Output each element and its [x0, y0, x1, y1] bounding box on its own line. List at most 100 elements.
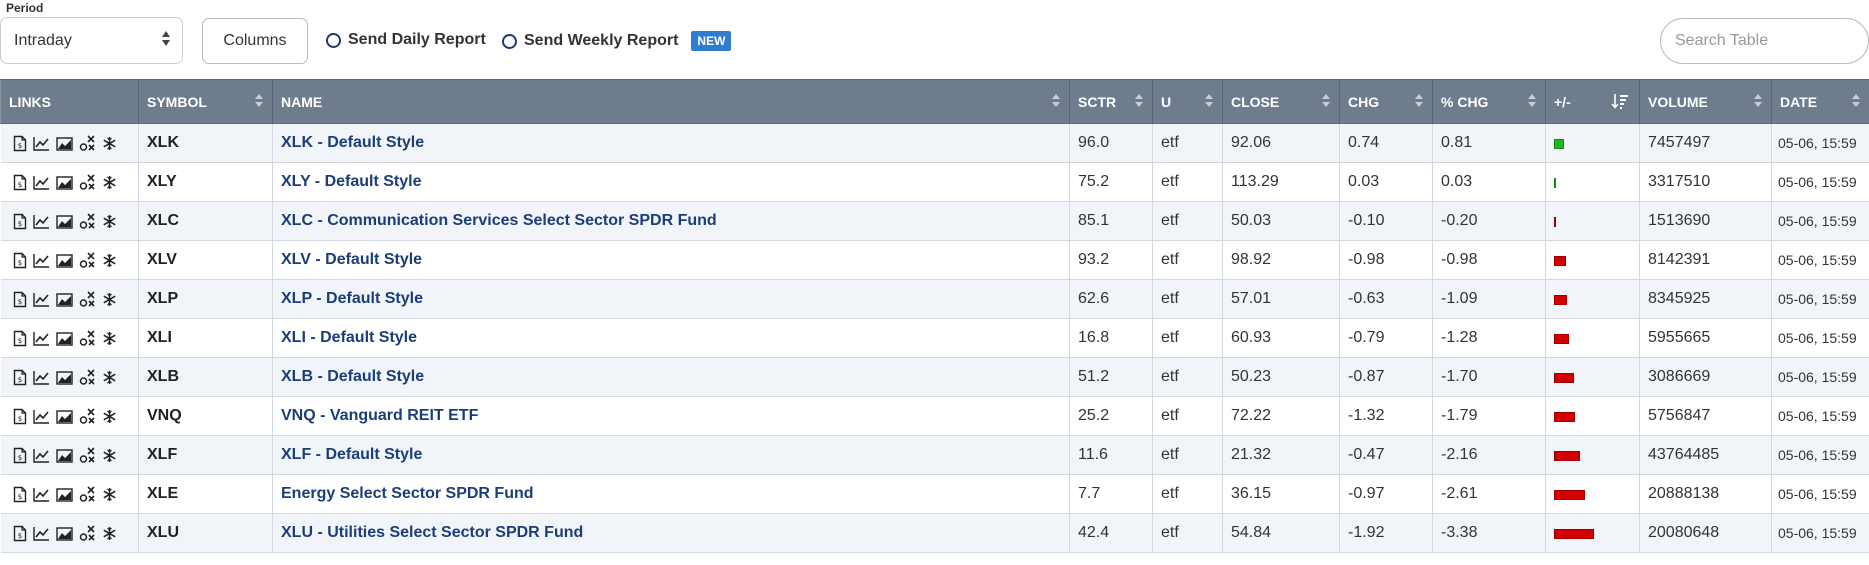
- document-icon[interactable]: $: [13, 174, 27, 191]
- symbol-name-link[interactable]: XLF - Default Style: [281, 446, 422, 463]
- area-chart-icon[interactable]: [55, 292, 73, 307]
- area-chart-icon[interactable]: [55, 214, 73, 229]
- line-chart-icon[interactable]: [32, 292, 50, 307]
- line-chart-icon[interactable]: [32, 370, 50, 385]
- col-header-close[interactable]: CLOSE: [1222, 79, 1340, 124]
- area-chart-icon[interactable]: [55, 136, 73, 151]
- point-figure-icon[interactable]: [79, 524, 96, 542]
- point-figure-icon[interactable]: [79, 407, 96, 425]
- point-figure-icon[interactable]: [79, 368, 96, 386]
- symbol-name-link[interactable]: XLV - Default Style: [281, 251, 422, 268]
- document-icon[interactable]: $: [13, 330, 27, 347]
- col-header-date[interactable]: DATE: [1771, 79, 1869, 124]
- table-row[interactable]: $ XLU XLU - Utilities Select Sector SPDR…: [0, 513, 1869, 553]
- links-cell: $: [0, 513, 139, 553]
- line-chart-icon[interactable]: [32, 526, 50, 541]
- table-row[interactable]: $ XLI XLI - Default Style 16.8 etf 60.93…: [0, 318, 1869, 358]
- symbol-name-link[interactable]: XLK - Default Style: [281, 134, 424, 151]
- area-chart-icon[interactable]: [55, 448, 73, 463]
- table-row[interactable]: $ XLF XLF - Default Style 11.6 etf 21.32…: [0, 435, 1869, 475]
- document-icon[interactable]: $: [13, 369, 27, 386]
- seasonality-icon[interactable]: [102, 175, 117, 190]
- point-figure-icon[interactable]: [79, 446, 96, 464]
- seasonality-icon[interactable]: [102, 292, 117, 307]
- table-row[interactable]: $ VNQ VNQ - Vanguard REIT ETF 25.2 etf 7…: [0, 396, 1869, 436]
- col-header-volume[interactable]: VOLUME: [1639, 79, 1772, 124]
- document-icon[interactable]: $: [13, 135, 27, 152]
- chg-cell: -0.87: [1339, 357, 1433, 397]
- area-chart-icon[interactable]: [55, 331, 73, 346]
- seasonality-icon[interactable]: [102, 409, 117, 424]
- area-chart-icon[interactable]: [55, 253, 73, 268]
- point-figure-icon[interactable]: [79, 485, 96, 503]
- document-icon[interactable]: $: [13, 252, 27, 269]
- line-chart-icon[interactable]: [32, 409, 50, 424]
- period-select[interactable]: Intraday: [0, 17, 183, 64]
- symbol-name-link[interactable]: XLY - Default Style: [281, 173, 422, 190]
- point-figure-icon[interactable]: [79, 329, 96, 347]
- table-row[interactable]: $ XLK XLK - Default Style 96.0 etf 92.06…: [0, 123, 1869, 163]
- symbol-name-link[interactable]: XLC - Communication Services Select Sect…: [281, 212, 717, 229]
- sctr-cell: 62.6: [1069, 279, 1153, 319]
- point-figure-icon[interactable]: [79, 173, 96, 191]
- symbol-name-link[interactable]: XLU - Utilities Select Sector SPDR Fund: [281, 524, 583, 541]
- area-chart-icon[interactable]: [55, 409, 73, 424]
- symbol-name-link[interactable]: VNQ - Vanguard REIT ETF: [281, 407, 478, 424]
- seasonality-icon[interactable]: [102, 136, 117, 151]
- send-daily-report-radio[interactable]: Send Daily Report: [326, 31, 486, 49]
- table-row[interactable]: $ XLP XLP - Default Style 62.6 etf 57.01…: [0, 279, 1869, 319]
- document-icon[interactable]: $: [13, 525, 27, 542]
- area-chart-icon[interactable]: [55, 370, 73, 385]
- col-header-name[interactable]: NAME: [272, 79, 1070, 124]
- area-chart-icon[interactable]: [55, 526, 73, 541]
- symbol-cell: XLU: [138, 513, 273, 553]
- col-header-pct-chg[interactable]: % CHG: [1432, 79, 1546, 124]
- document-icon[interactable]: $: [13, 447, 27, 464]
- point-figure-icon[interactable]: [79, 212, 96, 230]
- point-figure-icon[interactable]: [79, 290, 96, 308]
- line-chart-icon[interactable]: [32, 214, 50, 229]
- seasonality-icon[interactable]: [102, 331, 117, 346]
- seasonality-icon[interactable]: [102, 487, 117, 502]
- sort-icon: [255, 94, 263, 107]
- line-chart-icon[interactable]: [32, 136, 50, 151]
- col-header-symbol[interactable]: SYMBOL: [138, 79, 273, 124]
- table-row[interactable]: $ XLC XLC - Communication Services Selec…: [0, 201, 1869, 241]
- document-icon[interactable]: $: [13, 486, 27, 503]
- table-row[interactable]: $ XLE Energy Select Sector SPDR Fund 7.7…: [0, 474, 1869, 514]
- line-chart-icon[interactable]: [32, 448, 50, 463]
- table-row[interactable]: $ XLY XLY - Default Style 75.2 etf 113.2…: [0, 162, 1869, 202]
- symbol-name-link[interactable]: Energy Select Sector SPDR Fund: [281, 485, 534, 502]
- symbol-name-link[interactable]: XLB - Default Style: [281, 368, 424, 385]
- document-icon[interactable]: $: [13, 408, 27, 425]
- table-body: $ XLK XLK - Default Style 96.0 etf 92.06…: [0, 123, 1869, 553]
- table-row[interactable]: $ XLB XLB - Default Style 51.2 etf 50.23…: [0, 357, 1869, 397]
- document-icon[interactable]: $: [13, 291, 27, 308]
- area-chart-icon[interactable]: [55, 175, 73, 190]
- point-figure-icon[interactable]: [79, 251, 96, 269]
- line-chart-icon[interactable]: [32, 175, 50, 190]
- line-chart-icon[interactable]: [32, 487, 50, 502]
- send-weekly-report-radio[interactable]: Send Weekly Report NEW: [502, 31, 732, 51]
- point-figure-icon[interactable]: [79, 134, 96, 152]
- symbol-name-link[interactable]: XLI - Default Style: [281, 329, 417, 346]
- table-row[interactable]: $ XLV XLV - Default Style 93.2 etf 98.92…: [0, 240, 1869, 280]
- seasonality-icon[interactable]: [102, 448, 117, 463]
- col-header-u[interactable]: U: [1152, 79, 1223, 124]
- chg-cell: 0.74: [1339, 123, 1433, 163]
- symbol-name-link[interactable]: XLP - Default Style: [281, 290, 423, 307]
- document-icon[interactable]: $: [13, 213, 27, 230]
- col-header-plus-minus[interactable]: +/-: [1545, 79, 1640, 124]
- seasonality-icon[interactable]: [102, 214, 117, 229]
- seasonality-icon[interactable]: [102, 370, 117, 385]
- area-chart-icon[interactable]: [55, 487, 73, 502]
- col-header-sctr[interactable]: SCTR: [1069, 79, 1153, 124]
- symbol-cell: XLE: [138, 474, 273, 514]
- line-chart-icon[interactable]: [32, 331, 50, 346]
- seasonality-icon[interactable]: [102, 253, 117, 268]
- col-header-chg[interactable]: CHG: [1339, 79, 1433, 124]
- seasonality-icon[interactable]: [102, 526, 117, 541]
- columns-button[interactable]: Columns: [202, 18, 308, 64]
- line-chart-icon[interactable]: [32, 253, 50, 268]
- search-table-input[interactable]: [1660, 18, 1869, 64]
